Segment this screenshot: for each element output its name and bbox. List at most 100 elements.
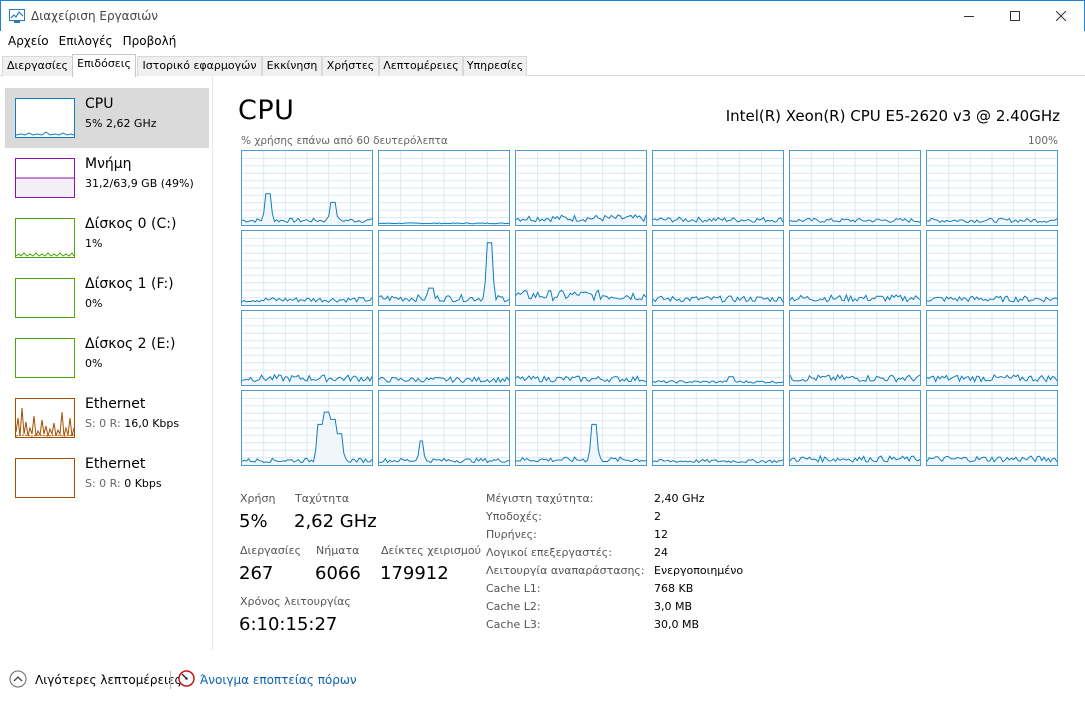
usage-label: Χρήση xyxy=(240,492,276,505)
menu-bar: Αρχείο Επιλογές Προβολή xyxy=(0,31,1085,53)
ethernet-1-thumbnail-graph xyxy=(15,398,75,438)
uptime-value: 6:10:15:27 xyxy=(239,614,338,635)
usage-line-chart xyxy=(379,231,509,305)
sidebar-item-disk-2[interactable]: Δίσκος 2 (E:) 0% xyxy=(5,328,209,388)
spec-value-logical-processors: 24 xyxy=(654,546,668,559)
usage-line-chart xyxy=(653,151,783,225)
usage-line-chart xyxy=(790,151,920,225)
sidebar-item-value: 0% xyxy=(85,357,103,370)
memory-thumbnail-graph xyxy=(15,158,75,198)
sidebar-item-value: S: 0 R: 16,0 Kbps xyxy=(85,417,180,430)
spec-value-virtualization: Ενεργοποιημένο xyxy=(654,564,744,577)
logical-processor-graph xyxy=(515,310,647,386)
sidebar-item-ethernet-1[interactable]: Ethernet S: 0 R: 16,0 Kbps xyxy=(5,388,209,448)
spec-label-cache-l2: Cache L2: xyxy=(486,600,541,613)
logical-processor-graph xyxy=(241,310,373,386)
logical-processor-graph xyxy=(241,390,373,466)
usage-line-chart xyxy=(653,231,783,305)
logical-processor-graph xyxy=(652,230,784,306)
tab-processes[interactable]: Διεργασίες xyxy=(2,56,73,76)
logical-processor-graph xyxy=(926,390,1058,466)
utilization-max-label: 100% xyxy=(1027,135,1058,147)
disk-2-thumbnail-graph xyxy=(15,338,75,378)
ethernet-2-thumbnail-graph xyxy=(15,458,75,498)
menu-options[interactable]: Επιλογές xyxy=(54,31,118,53)
tab-bar: Διεργασίες Επιδόσεις Ιστορικό εφαρμογών … xyxy=(0,54,1085,77)
usage-line-chart xyxy=(790,391,920,465)
speed-label: Ταχύτητα xyxy=(295,492,350,505)
logical-processor-graph xyxy=(515,150,647,226)
spec-value-cache-l3: 30,0 MB xyxy=(654,618,700,631)
close-button[interactable] xyxy=(1038,1,1084,31)
sidebar-item-memory[interactable]: Μνήμη 31,2/63,9 GB (49%) xyxy=(5,148,209,208)
usage-line-chart xyxy=(379,311,509,385)
tab-details[interactable]: Λεπτομέρειες xyxy=(379,56,463,76)
usage-line-chart xyxy=(242,391,372,465)
sidebar-item-title: Δίσκος 2 (E:) xyxy=(85,336,176,352)
spec-label-logical-processors: Λογικοί επεξεργαστές: xyxy=(486,546,612,559)
cpu-heading: CPU xyxy=(238,95,295,126)
tab-app-history[interactable]: Ιστορικό εφαρμογών xyxy=(137,56,262,76)
spec-label-sockets: Υποδοχές: xyxy=(486,510,542,523)
spec-value-cache-l2: 3,0 MB xyxy=(654,600,693,613)
tab-startup[interactable]: Εκκίνηση xyxy=(262,56,322,76)
usage-line-chart xyxy=(516,151,646,225)
open-resource-monitor-link[interactable]: Άνοιγμα εποπτείας πόρων xyxy=(200,673,357,687)
logical-processor-graph xyxy=(652,150,784,226)
task-manager-icon xyxy=(9,9,25,23)
usage-line-chart xyxy=(653,391,783,465)
disk-0-thumbnail-graph xyxy=(15,218,75,258)
usage-line-chart xyxy=(242,311,372,385)
spec-value-cores: 12 xyxy=(654,528,668,541)
close-icon xyxy=(1056,11,1066,21)
logical-processor-graph xyxy=(378,390,510,466)
sidebar-item-title: Ethernet xyxy=(85,456,146,472)
sidebar-item-cpu[interactable]: CPU 5% 2,62 GHz xyxy=(5,88,209,148)
logical-processor-graph xyxy=(378,230,510,306)
sidebar-item-value: 5% 2,62 GHz xyxy=(85,117,157,130)
cpu-model-name: Intel(R) Xeon(R) CPU E5-2620 v3 @ 2.40GH… xyxy=(725,107,1060,125)
resource-monitor-icon xyxy=(178,670,195,687)
sidebar-item-value: S: 0 R: 0 Kbps xyxy=(85,477,162,490)
usage-line-chart xyxy=(516,391,646,465)
usage-line-chart xyxy=(379,391,509,465)
threads-label: Νήματα xyxy=(316,544,360,557)
title-bar: Διαχείριση Εργασιών xyxy=(0,0,1085,31)
logical-processor-graph xyxy=(378,150,510,226)
usage-line-chart xyxy=(790,311,920,385)
chevron-up-icon[interactable] xyxy=(9,670,27,688)
sidebar-item-title: Ethernet xyxy=(85,396,146,412)
sidebar-item-value: 31,2/63,9 GB (49%) xyxy=(85,177,194,190)
utilization-label: % χρήσης επάνω από 60 δευτερόλεπτα xyxy=(241,135,448,147)
minimize-button[interactable] xyxy=(946,1,992,31)
threads-value: 6066 xyxy=(315,563,361,584)
tab-services[interactable]: Υπηρεσίες xyxy=(463,56,527,76)
usage-line-chart xyxy=(242,231,372,305)
disk-1-thumbnail-graph xyxy=(15,278,75,318)
logical-processor-graph xyxy=(378,310,510,386)
sidebar-item-value: 0% xyxy=(85,297,103,310)
fewer-details-button[interactable]: Λιγότερες λεπτομέρειες xyxy=(35,673,182,687)
sidebar-item-title: Δίσκος 1 (F:) xyxy=(85,276,174,292)
sidebar-item-disk-0[interactable]: Δίσκος 0 (C:) 1% xyxy=(5,208,209,268)
usage-line-chart xyxy=(927,391,1057,465)
usage-value: 5% xyxy=(239,511,268,532)
menu-view[interactable]: Προβολή xyxy=(118,31,182,53)
logical-processor-graph xyxy=(789,150,921,226)
usage-line xyxy=(379,222,509,225)
tab-users[interactable]: Χρήστες xyxy=(322,56,379,76)
sidebar-item-title: Δίσκος 0 (C:) xyxy=(85,216,177,232)
maximize-button[interactable] xyxy=(992,1,1038,31)
sidebar-item-title: Μνήμη xyxy=(85,156,132,172)
sidebar-item-disk-1[interactable]: Δίσκος 1 (F:) 0% xyxy=(5,268,209,328)
logical-processor-graph xyxy=(241,150,373,226)
maximize-icon xyxy=(1010,11,1020,21)
usage-line-chart xyxy=(379,151,509,225)
sidebar-item-ethernet-2[interactable]: Ethernet S: 0 R: 0 Kbps xyxy=(5,448,209,508)
spec-value-max-speed: 2,40 GHz xyxy=(654,492,705,505)
tab-performance[interactable]: Επιδόσεις xyxy=(72,54,136,77)
menu-file[interactable]: Αρχείο xyxy=(3,31,54,53)
logical-processor-graph xyxy=(515,390,647,466)
spec-label-max-speed: Μέγιστη ταχύτητα: xyxy=(486,492,594,505)
logical-processor-graph xyxy=(515,230,647,306)
